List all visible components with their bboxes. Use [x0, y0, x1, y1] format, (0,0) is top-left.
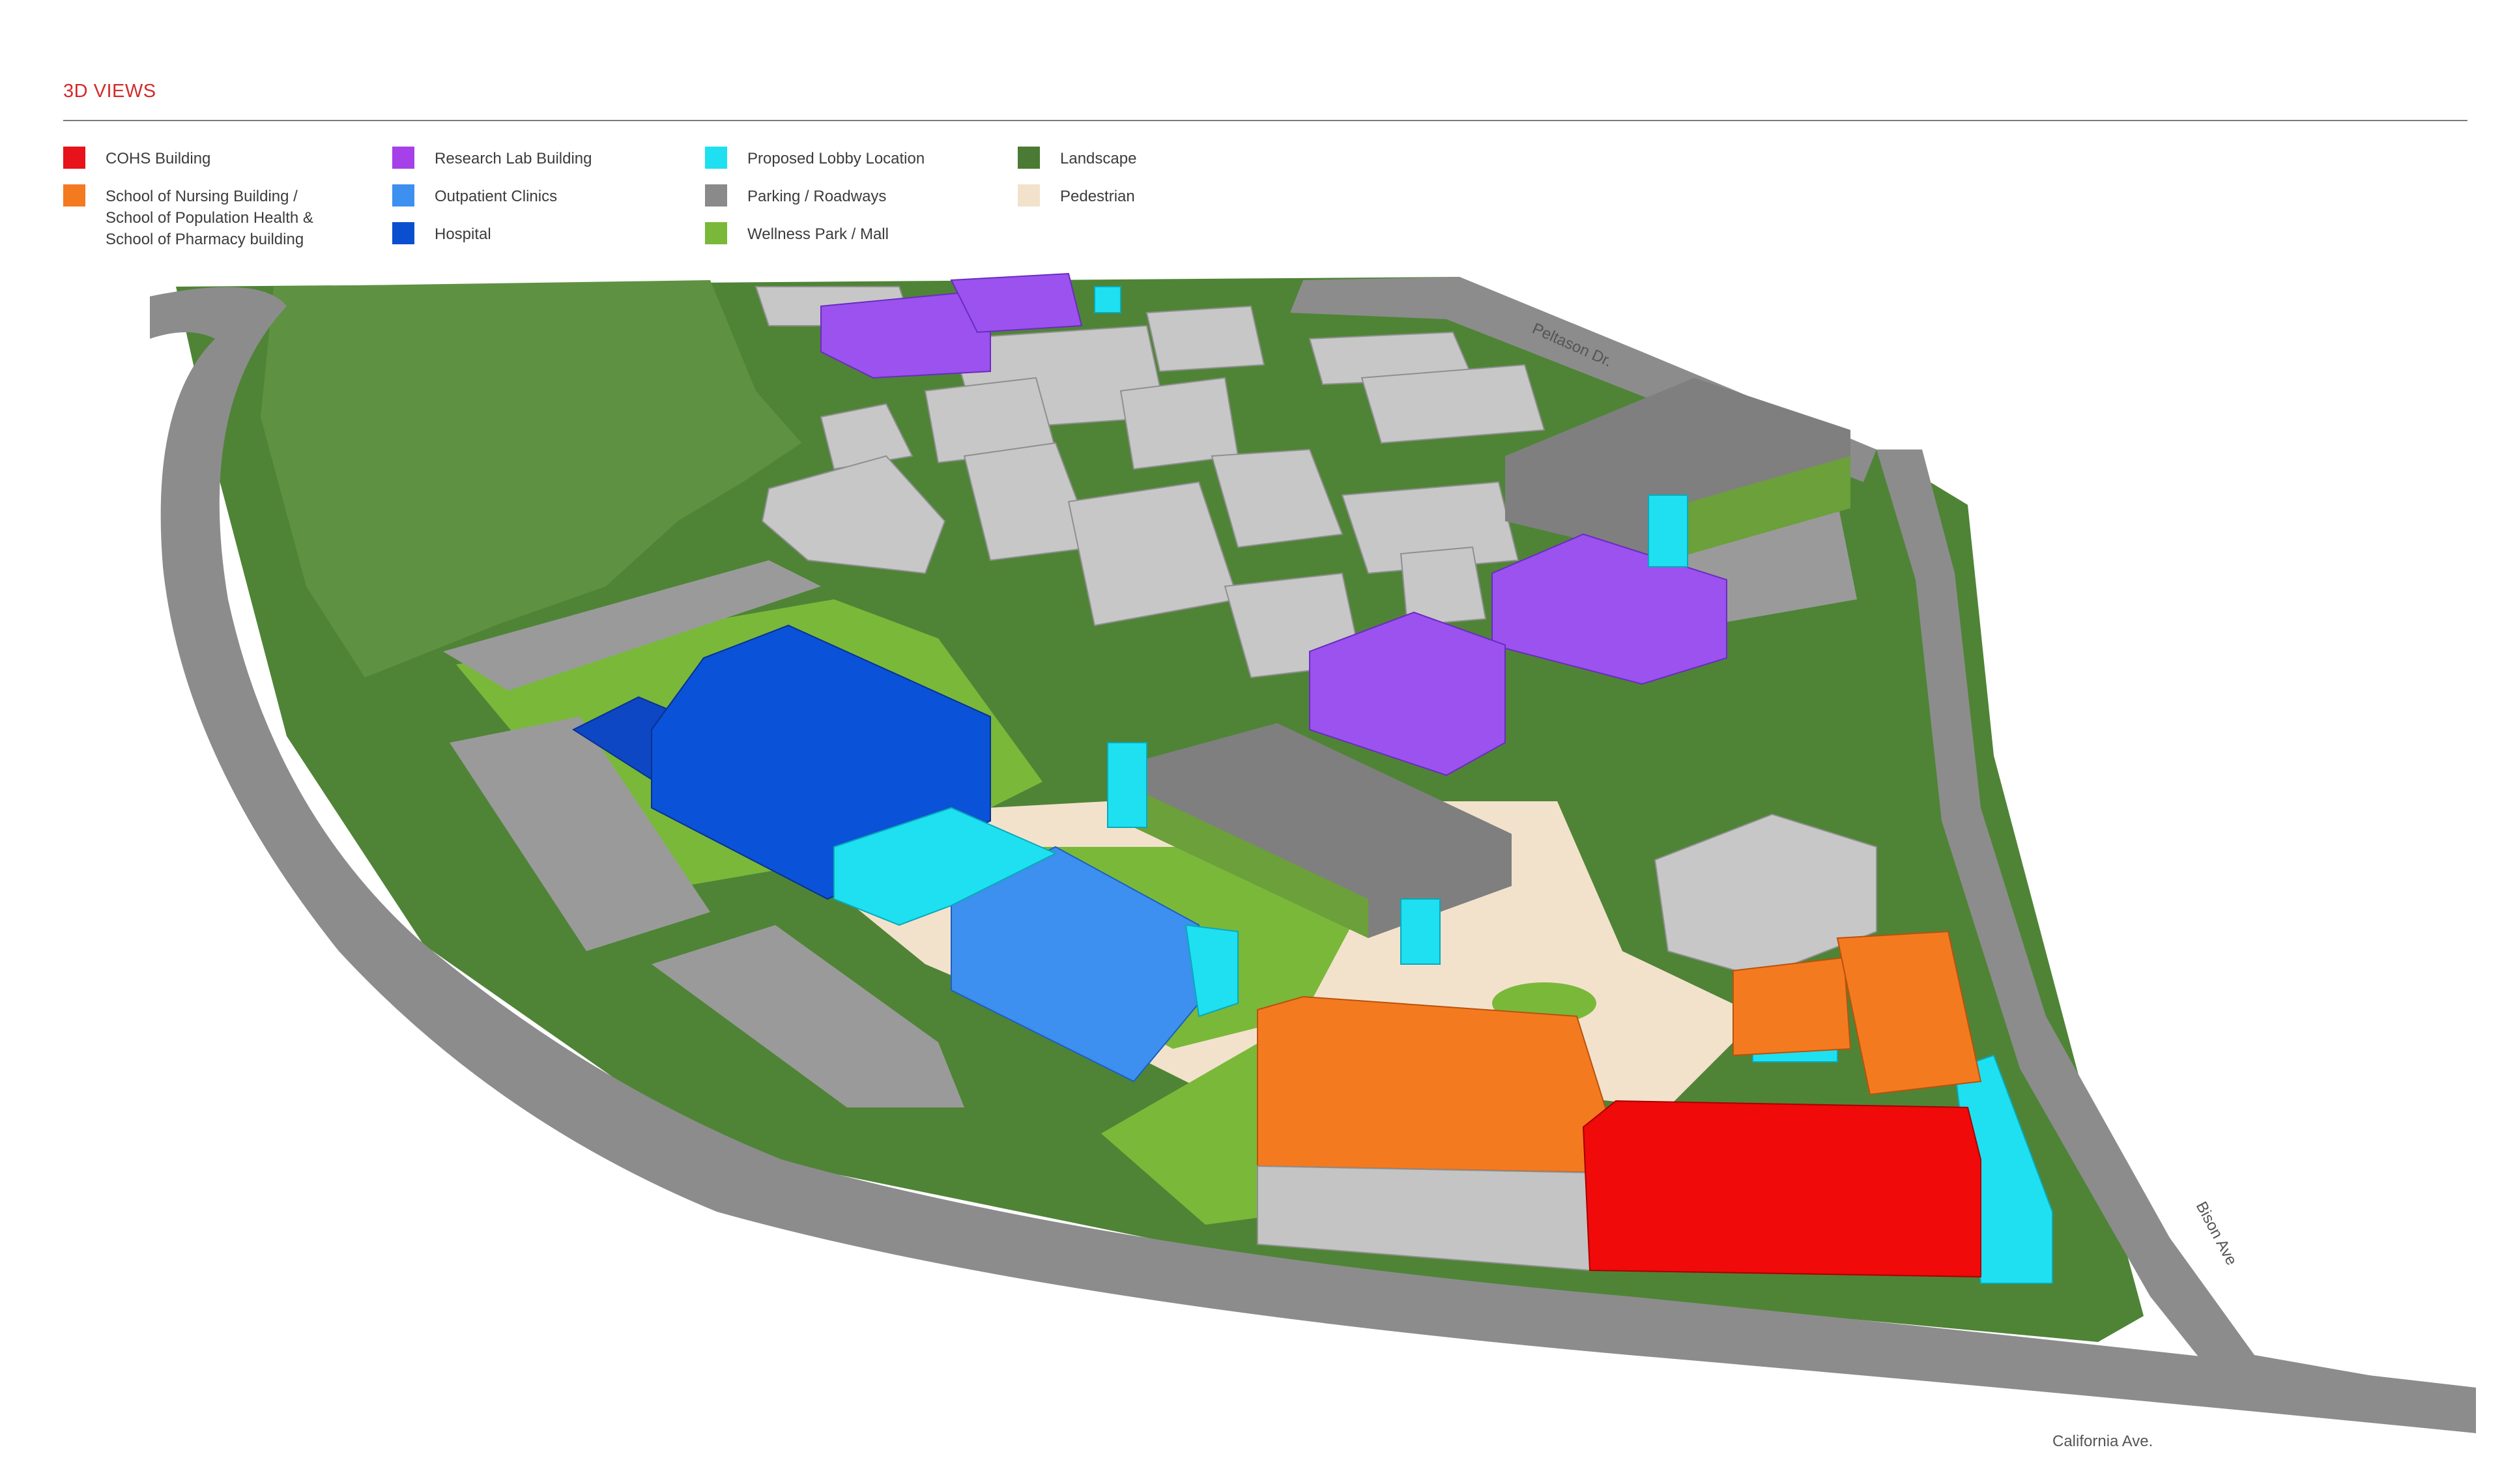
cohs-building-block: [1582, 1100, 1981, 1278]
road-label-california: California Ave.: [2052, 1433, 2153, 1450]
building-grey-5: [1360, 364, 1546, 444]
building-grey-3: [1145, 305, 1265, 373]
lobby-tower-2: [1400, 898, 1441, 965]
lobby-tower-1: [1107, 742, 1147, 828]
school-building-west: [1257, 995, 1610, 1174]
school-building-east-1: [1733, 956, 1852, 1057]
lobby-tower-4: [1094, 286, 1121, 313]
campus-3d-map: Peltason Dr. Bison Ave California Ave.: [150, 272, 2476, 1450]
road-label-bison: Bison Ave: [2193, 1199, 2241, 1268]
lobby-tower-3: [1648, 494, 1688, 567]
cohs-building: [1582, 1100, 1981, 1278]
